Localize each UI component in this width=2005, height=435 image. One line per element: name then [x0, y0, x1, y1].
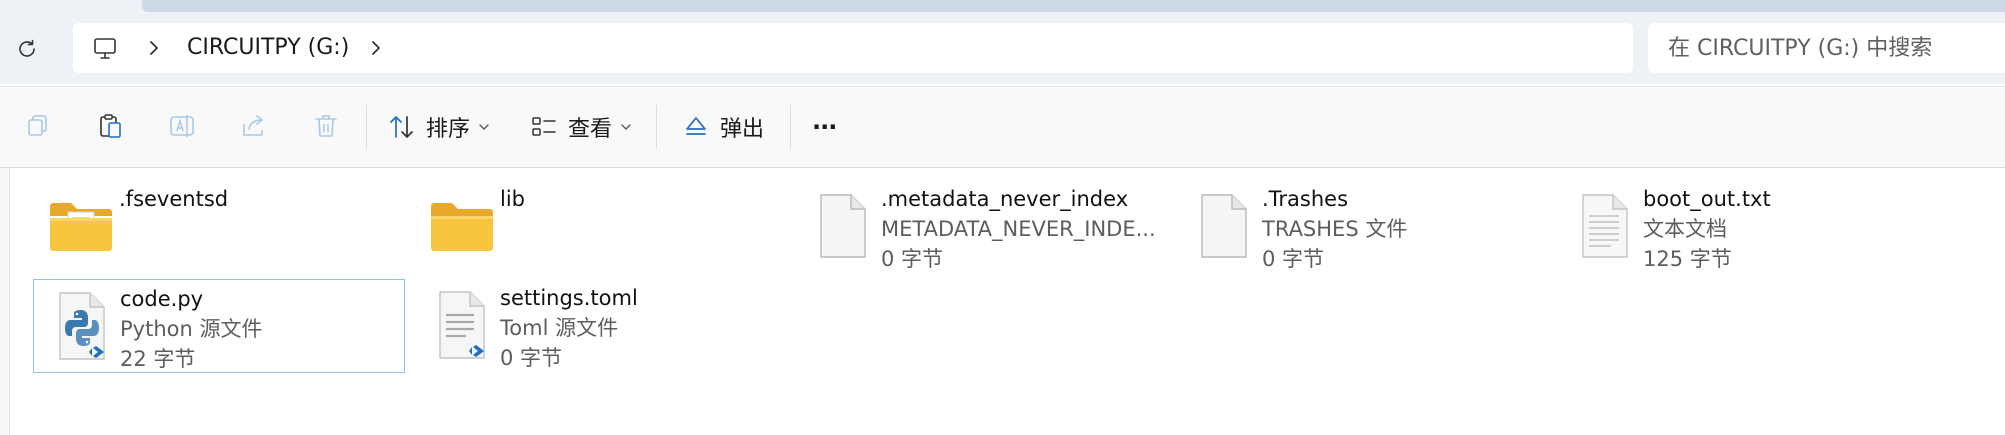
navigation-pane-edge[interactable]	[0, 168, 10, 435]
active-tab-edge	[142, 0, 2005, 12]
search-box[interactable]	[1648, 23, 2005, 73]
eject-icon	[686, 117, 706, 135]
file-item-code-py[interactable]: code.py Python 源文件 22 字节	[33, 279, 405, 373]
chevron-right-icon[interactable]	[143, 36, 165, 60]
share-icon	[243, 115, 263, 136]
file-item-settings-toml[interactable]: settings.toml Toml 源文件 0 字节	[414, 279, 786, 373]
refresh-icon	[19, 39, 35, 57]
breadcrumb-drive[interactable]: CIRCUITPY (G:)	[187, 33, 349, 63]
file-item-lib[interactable]: lib	[414, 180, 786, 274]
python-file-icon	[42, 286, 122, 366]
folder-icon	[422, 186, 502, 266]
address-row: CIRCUITPY (G:)	[0, 16, 2005, 84]
toolbar-divider	[656, 105, 657, 149]
folder-with-files-icon	[41, 186, 121, 266]
eject-button[interactable]: 弹出	[682, 105, 764, 149]
copy-button[interactable]	[22, 110, 54, 142]
file-item-fseventsd[interactable]: .fseventsd	[33, 180, 405, 274]
file-item-boot-out[interactable]: boot_out.txt 文本文档 125 字节	[1557, 180, 1929, 274]
view-button[interactable]: 查看	[530, 105, 632, 149]
address-bar[interactable]: CIRCUITPY (G:)	[73, 23, 1633, 73]
file-name: boot_out.txt	[1643, 187, 1771, 211]
file-name: code.py	[120, 287, 204, 311]
eject-label: 弹出	[720, 117, 765, 142]
computer-icon[interactable]	[91, 35, 119, 63]
chevron-down-icon	[621, 124, 631, 130]
rename-icon	[170, 115, 194, 137]
rename-button[interactable]	[166, 110, 198, 142]
chevron-right-icon[interactable]	[365, 36, 387, 60]
file-item-trashes[interactable]: .Trashes TRASHES 文件 0 字节	[1176, 180, 1548, 274]
more-options-button[interactable]: ···	[812, 105, 837, 149]
sort-button[interactable]: 排序	[388, 105, 490, 149]
file-name: lib	[500, 187, 525, 211]
file-size: 0 字节	[881, 247, 944, 271]
more-options-icon: ···	[812, 113, 837, 141]
sort-label: 排序	[426, 117, 471, 142]
chevron-down-icon	[479, 124, 489, 130]
view-label: 查看	[568, 117, 613, 142]
trash-icon	[315, 115, 337, 137]
search-input[interactable]	[1668, 31, 1998, 65]
file-name: settings.toml	[500, 286, 638, 310]
file-type: Toml 源文件	[500, 316, 619, 340]
title-strip	[0, 0, 2005, 16]
refresh-button[interactable]	[10, 32, 44, 66]
blank-file-icon	[1184, 186, 1264, 266]
copy-icon	[28, 115, 47, 136]
file-type: Python 源文件	[120, 317, 263, 341]
share-button[interactable]	[238, 110, 270, 142]
list-view-icon	[532, 117, 556, 136]
blank-file-icon	[803, 186, 883, 266]
text-document-icon	[1565, 186, 1645, 266]
command-bar: 排序 查看 弹出 ···	[0, 86, 2005, 168]
file-type: 文本文档	[1643, 217, 1727, 241]
file-size: 0 字节	[1262, 247, 1325, 271]
file-size: 0 字节	[500, 346, 563, 370]
paste-button[interactable]	[94, 110, 126, 142]
sort-icon	[390, 116, 413, 138]
file-size: 125 字节	[1643, 247, 1732, 271]
clipboard-icon	[100, 114, 121, 138]
file-name: .fseventsd	[119, 187, 229, 211]
delete-button[interactable]	[310, 110, 342, 142]
file-item-metadata-never-index[interactable]: .metadata_never_index METADATA_NEVER_IND…	[795, 180, 1167, 274]
toolbar-divider	[366, 105, 367, 149]
file-size: 22 字节	[120, 347, 196, 371]
file-type: TRASHES 文件	[1262, 217, 1408, 241]
file-name: .Trashes	[1262, 187, 1349, 211]
file-type: METADATA_NEVER_INDE...	[881, 217, 1156, 241]
toolbar-divider	[790, 105, 791, 149]
toml-file-icon	[422, 285, 502, 365]
file-name: .metadata_never_index	[881, 187, 1129, 211]
